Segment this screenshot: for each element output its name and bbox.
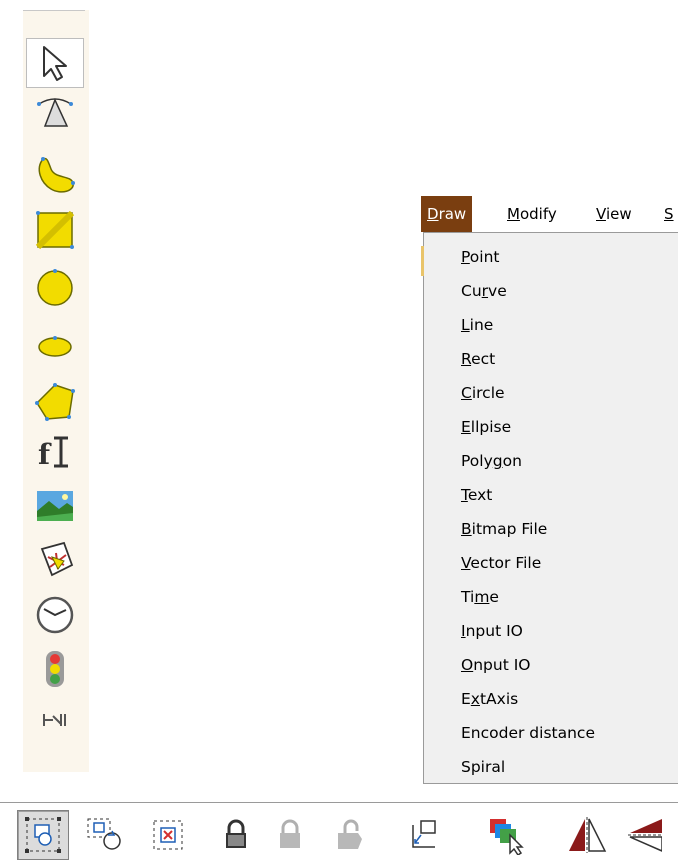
freeform-tool-button[interactable] xyxy=(26,150,84,200)
toolbar-divider xyxy=(23,10,85,11)
mirror-horizontal-icon xyxy=(567,815,607,855)
menu-item-onput-io[interactable]: Onput IO xyxy=(461,650,530,680)
delete-select-button[interactable] xyxy=(143,810,193,860)
group-select-icon xyxy=(23,815,63,855)
set-origin-button[interactable] xyxy=(398,810,448,860)
delete-select-icon xyxy=(148,815,188,855)
curve-tool-button[interactable] xyxy=(26,87,84,137)
menu-view[interactable]: View xyxy=(596,196,632,232)
menu-s[interactable]: S xyxy=(664,196,674,232)
vector-file-icon xyxy=(34,539,76,581)
rectangle-icon xyxy=(34,209,76,251)
menu-item-line[interactable]: Line xyxy=(461,310,493,340)
polygon-tool-button[interactable] xyxy=(26,377,84,427)
menu-item-polygon[interactable]: Polygon xyxy=(461,446,522,476)
svg-text:f: f xyxy=(38,438,52,471)
menu-item-bitmap-file[interactable]: Bitmap File xyxy=(461,514,547,544)
group-select-button[interactable] xyxy=(17,810,69,860)
text-tool-icon: f xyxy=(34,432,76,472)
menu-item-rect[interactable]: Rect xyxy=(461,344,495,374)
polygon-icon xyxy=(33,381,77,423)
rotate-select-button[interactable] xyxy=(80,810,130,860)
time-tool-button[interactable] xyxy=(26,590,84,640)
ellipse-tool-button[interactable] xyxy=(26,322,84,372)
select-arrow-icon xyxy=(38,44,72,82)
mirror-vertical-button[interactable] xyxy=(626,810,678,860)
mirror-vertical-icon xyxy=(626,815,662,855)
pen-curve-icon xyxy=(35,92,75,132)
menu-item-spiral[interactable]: Spiral xyxy=(461,752,505,782)
menu-draw[interactable]: Draw xyxy=(421,196,473,232)
vector-tool-button[interactable] xyxy=(26,535,84,585)
layer-order-icon xyxy=(486,815,526,855)
mirror-horizontal-button[interactable] xyxy=(562,810,612,860)
menu-item-encoder-distance[interactable]: Encoder distance xyxy=(461,718,595,748)
unlock-disabled-button[interactable] xyxy=(326,810,374,860)
circle-tool-button[interactable] xyxy=(26,263,84,313)
lock-disabled-button[interactable] xyxy=(268,810,312,860)
io-tool-button[interactable] xyxy=(26,644,84,694)
menu-item-curve[interactable]: Curve xyxy=(461,276,507,306)
lock-disabled-icon xyxy=(275,818,305,852)
freeform-shape-icon xyxy=(33,153,77,197)
bitmap-tool-button[interactable] xyxy=(26,481,84,531)
bitmap-image-icon xyxy=(35,489,75,523)
traffic-light-io-icon xyxy=(43,649,67,689)
edit-toolbar xyxy=(0,800,678,868)
menu-item-text[interactable]: Text xyxy=(461,480,492,510)
rectangle-tool-button[interactable] xyxy=(26,205,84,255)
menu-item-time[interactable]: Time xyxy=(461,582,499,612)
clock-time-icon xyxy=(34,594,76,636)
menu-modify[interactable]: Modify xyxy=(507,196,557,232)
menu-bar: Draw Modify View S xyxy=(421,196,678,232)
select-tool-button[interactable] xyxy=(26,38,84,88)
set-origin-icon xyxy=(403,815,443,855)
menu-item-extaxis[interactable]: ExtAxis xyxy=(461,684,518,714)
rotate-select-icon xyxy=(84,815,126,855)
drawing-tools-toolbar: f xyxy=(23,10,89,772)
draw-menu-dropdown: Point Curve Line Rect Circle Ellpise Pol… xyxy=(421,232,678,784)
circle-icon xyxy=(34,267,76,309)
menu-item-input-io[interactable]: Input IO xyxy=(461,616,523,646)
menu-item-vector-file[interactable]: Vector File xyxy=(461,548,541,578)
ellipse-icon xyxy=(34,332,76,362)
text-tool-button[interactable]: f xyxy=(26,427,84,477)
menu-item-point[interactable]: Point xyxy=(461,242,500,272)
lock-button[interactable] xyxy=(214,810,258,860)
toolbar-divider xyxy=(0,802,678,803)
menu-accent-bar xyxy=(421,246,424,276)
unlock-disabled-icon xyxy=(333,817,367,853)
axis-distance-icon xyxy=(41,710,69,730)
layer-order-button[interactable] xyxy=(481,810,531,860)
menu-item-circle[interactable]: Circle xyxy=(461,378,505,408)
lock-icon xyxy=(221,818,251,852)
axis-tool-button[interactable] xyxy=(26,695,84,745)
menu-item-ellipse[interactable]: Ellpise xyxy=(461,412,511,442)
